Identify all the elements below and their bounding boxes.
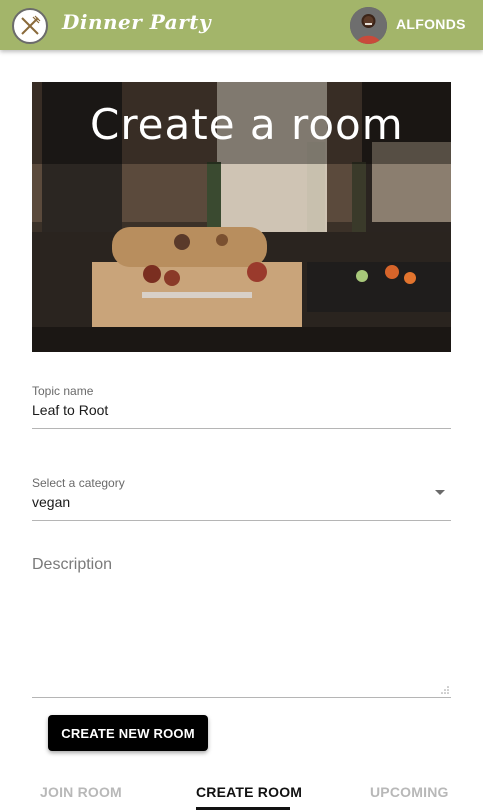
topic-name-label: Topic name [32, 384, 94, 398]
fork-knife-icon[interactable] [12, 8, 48, 44]
page-title: Create a room [90, 100, 404, 149]
topic-name-field[interactable]: Topic name Leaf to Root [32, 384, 451, 429]
bottom-tabs: JOIN ROOM CREATE ROOM UPCOMING [0, 772, 483, 810]
description-placeholder: Description [32, 556, 113, 573]
chevron-down-icon[interactable] [435, 490, 445, 495]
topic-name-input[interactable]: Leaf to Root [32, 402, 451, 418]
app-bar: Dinner Party ALFONDS [0, 0, 483, 50]
description-underline [32, 697, 451, 698]
tab-join-room[interactable]: JOIN ROOM [40, 784, 122, 800]
category-underline [32, 520, 451, 521]
category-label: Select a category [32, 476, 125, 490]
category-select[interactable]: Select a category vegan [32, 476, 451, 521]
category-value[interactable]: vegan [32, 494, 451, 510]
create-new-room-button[interactable]: CREATE NEW ROOM [48, 715, 208, 751]
avatar[interactable] [350, 7, 387, 44]
username[interactable]: ALFONDS [396, 16, 466, 32]
tab-create-room[interactable]: CREATE ROOM [196, 784, 302, 800]
description-textarea[interactable]: Description [32, 556, 451, 698]
tab-upcoming[interactable]: UPCOMING [370, 784, 449, 800]
topic-name-underline [32, 428, 451, 429]
resize-handle-icon[interactable] [441, 686, 449, 694]
app-brand: Dinner Party [62, 10, 212, 34]
hero-banner: Create a room [32, 82, 451, 352]
